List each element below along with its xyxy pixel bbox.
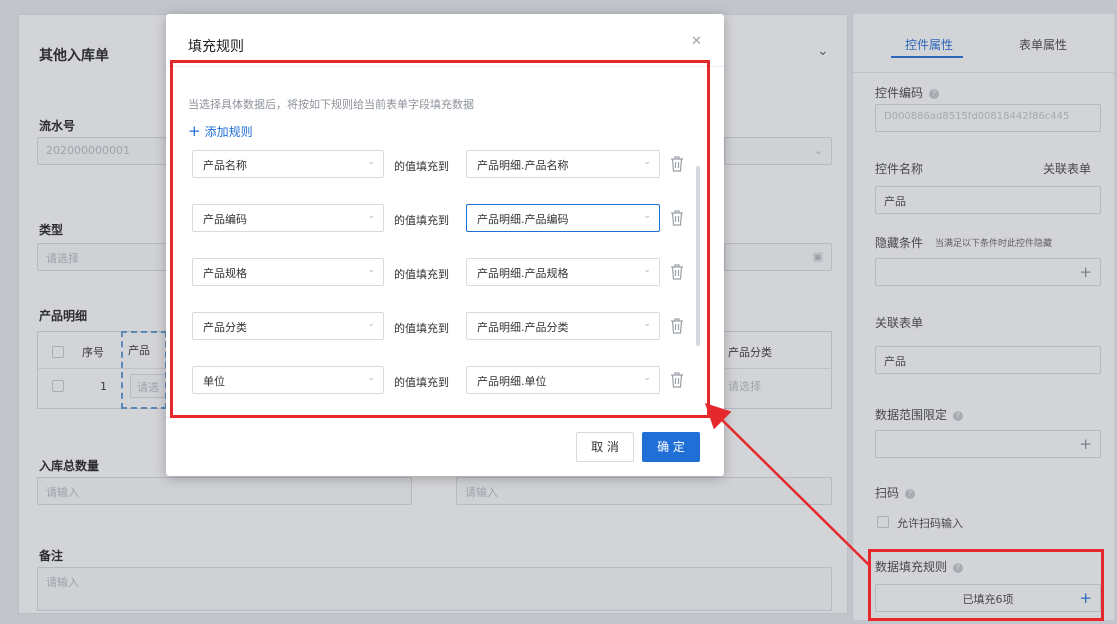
- callout-arrow: [704, 402, 871, 567]
